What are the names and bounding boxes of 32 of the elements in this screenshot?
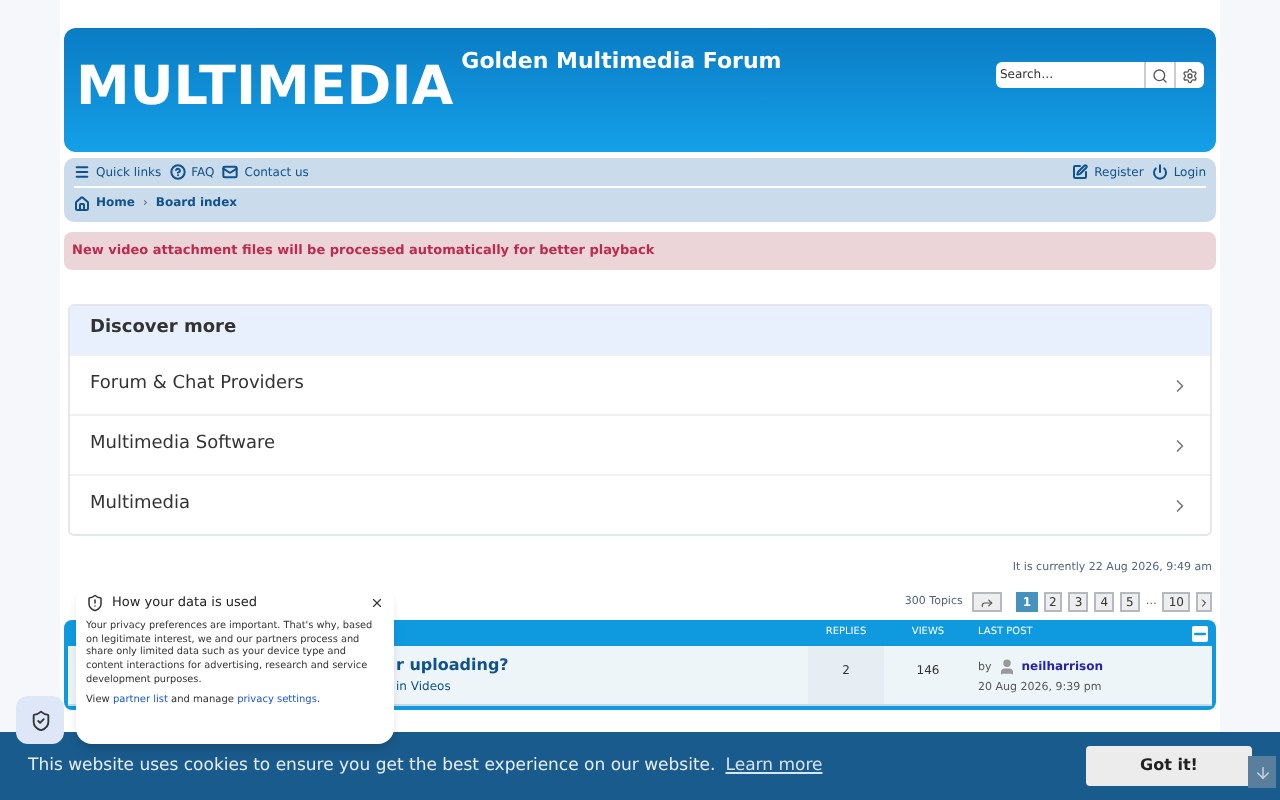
discover-item[interactable]: Multimedia Software: [70, 414, 1210, 474]
avatar-icon: [997, 658, 1016, 677]
discover-item[interactable]: Multimedia: [70, 474, 1210, 534]
close-icon: [370, 596, 384, 611]
site-title: Golden Multimedia Forum: [461, 46, 782, 78]
card-title: Discover more: [90, 316, 237, 343]
privacy-button[interactable]: [16, 696, 64, 744]
settings-icon: [1182, 67, 1198, 83]
topic-title[interactable]: r uploading?: [396, 654, 808, 679]
power-icon: [1151, 164, 1168, 180]
got-it-button[interactable]: Got it!: [1086, 746, 1252, 786]
jump-arrow-icon: [980, 595, 995, 610]
site-logo[interactable]: MULTIMEDIA: [76, 60, 454, 114]
search-button[interactable]: [1144, 62, 1174, 88]
close-button[interactable]: [370, 596, 384, 611]
search-icon: [1152, 67, 1168, 83]
menu-icon: [74, 164, 90, 180]
learn-more-link[interactable]: Learn more: [725, 753, 823, 779]
discover-item[interactable]: Forum & Chat Providers: [70, 354, 1210, 414]
shield-check-icon: [29, 709, 51, 731]
edit-icon: [1072, 164, 1089, 180]
mail-icon: [222, 164, 239, 180]
jump-button[interactable]: [972, 592, 1003, 613]
shield-icon: [86, 594, 104, 613]
home-icon: [74, 195, 90, 211]
settings-button[interactable]: [1174, 62, 1204, 88]
next-page-button[interactable]: [1196, 592, 1212, 613]
cookie-text: This website uses cookies to ensure you get the best experience on our website.: [28, 753, 716, 779]
help-icon: [169, 164, 186, 180]
arrow-down-icon: [1253, 763, 1271, 781]
chevron-icon: [1198, 595, 1210, 610]
collapse-icon[interactable]: [1192, 625, 1208, 642]
